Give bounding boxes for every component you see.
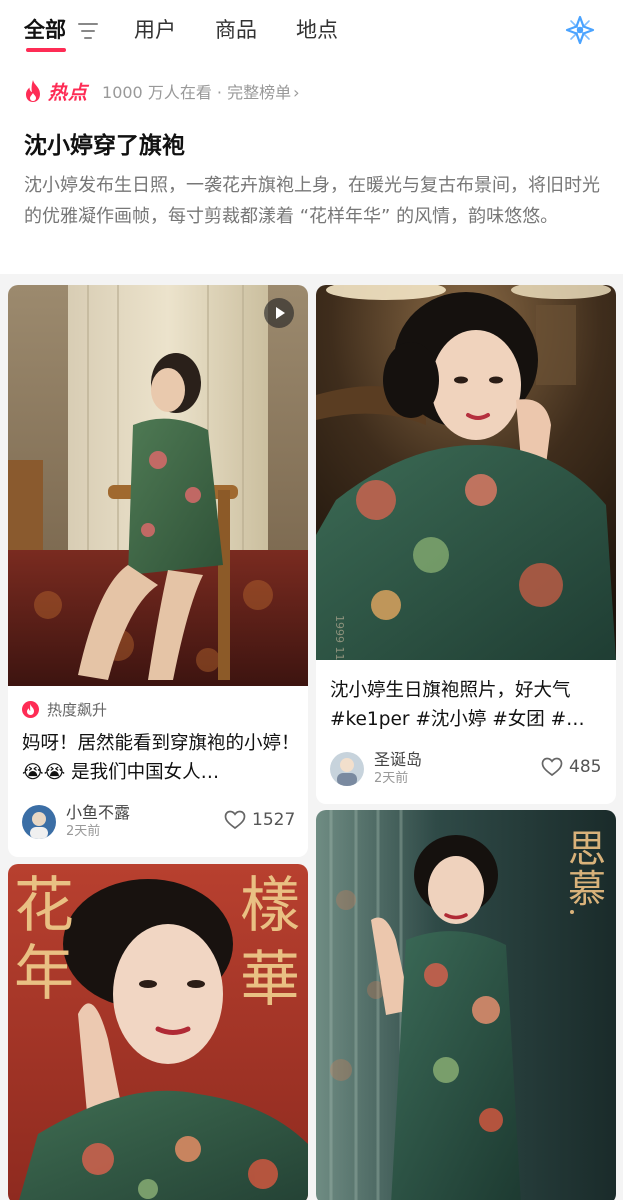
- card-cover-image[interactable]: 思 慕: [316, 810, 616, 1200]
- author-info[interactable]: 小鱼不露 2天前: [22, 803, 130, 841]
- hot-topic-title[interactable]: 沈小婷穿了旗袍: [24, 126, 185, 160]
- result-card[interactable]: 1999 11 12 沈小婷生日旗袍照片，好大气 #ke1per #沈小婷 #女…: [316, 285, 616, 804]
- author-name: 圣诞岛: [374, 750, 423, 769]
- filter-icon[interactable]: [78, 22, 98, 40]
- heart-icon: [224, 810, 246, 830]
- play-icon[interactable]: [264, 298, 294, 328]
- poster-title-2: 慕: [568, 867, 606, 911]
- svg-text:1999 11 12: 1999 11 12: [333, 615, 346, 660]
- search-results-page: 全部 用户 商品 地点 热点 1000 万人在看 · 完整榜单 › 沈小婷穿了旗袍…: [0, 0, 623, 1200]
- sparkle-icon[interactable]: [564, 14, 596, 46]
- active-tab-indicator: [26, 48, 66, 52]
- card-cover-image[interactable]: 1999 11 12: [316, 285, 616, 660]
- tab-products[interactable]: 商品: [215, 16, 257, 44]
- trending-badge: 热度飙升: [22, 699, 107, 720]
- hot-topic-header: 热点 1000 万人在看 · 完整榜单 ›: [22, 78, 300, 104]
- tab-all[interactable]: 全部: [24, 16, 66, 44]
- heart-icon: [541, 757, 563, 777]
- card-title[interactable]: 妈呀！居然能看到穿旗袍的小婷！😭😭 是我们中国女人…: [22, 729, 302, 787]
- hot-topic-description: 沈小婷发布生日照，一袭花卉旗袍上身，在暖光与复古布景间，将旧时光的优雅凝作画帧，…: [24, 175, 600, 227]
- poster-title-right-2: 華: [240, 945, 300, 1015]
- tab-places[interactable]: 地点: [296, 16, 338, 44]
- view-count-text: 1000 万人在看 · 完整榜单: [102, 83, 292, 102]
- like-count: 485: [569, 757, 602, 777]
- like-button[interactable]: 1527: [224, 810, 295, 830]
- fire-icon: [22, 701, 39, 718]
- poster-title-left-1: 花: [14, 871, 74, 941]
- hot-topic-panel[interactable]: 热点 1000 万人在看 · 完整榜单 › 沈小婷穿了旗袍 沈小婷发布生日照，一袭…: [0, 62, 623, 274]
- author-name: 小鱼不露: [66, 803, 131, 822]
- trending-label: 热度飙升: [47, 701, 108, 719]
- hot-label: 热点: [48, 81, 89, 104]
- card-cover-image[interactable]: [8, 285, 308, 686]
- poster-title-left-2: 年: [14, 939, 74, 1009]
- result-card[interactable]: 热度飙升 妈呀！居然能看到穿旗袍的小婷！😭😭 是我们中国女人… 小鱼不露 2天前…: [8, 285, 308, 857]
- post-time: 2天前: [374, 771, 409, 786]
- category-tab-bar: 全部 用户 商品 地点: [0, 0, 623, 62]
- like-button[interactable]: 485: [541, 757, 601, 777]
- like-count: 1527: [252, 810, 296, 830]
- result-card[interactable]: 思 慕: [316, 810, 616, 1200]
- card-cover-image[interactable]: 花 年 樣 華: [8, 864, 308, 1200]
- avatar[interactable]: [330, 752, 364, 786]
- result-card[interactable]: 花 年 樣 華: [8, 864, 308, 1200]
- chevron-right-icon: ›: [293, 83, 300, 102]
- view-count-link[interactable]: 1000 万人在看 · 完整榜单 ›: [102, 79, 299, 103]
- card-title[interactable]: 沈小婷生日旗袍照片，好大气 #ke1per #沈小婷 #女团 #…: [330, 676, 610, 734]
- author-info[interactable]: 圣诞岛 2天前: [330, 750, 422, 788]
- poster-title-1: 思: [568, 827, 606, 871]
- fire-icon: [26, 80, 40, 102]
- poster-title-right-1: 樣: [240, 871, 300, 941]
- post-time: 2天前: [66, 824, 101, 839]
- avatar[interactable]: [22, 805, 56, 839]
- tab-users[interactable]: 用户: [134, 16, 176, 44]
